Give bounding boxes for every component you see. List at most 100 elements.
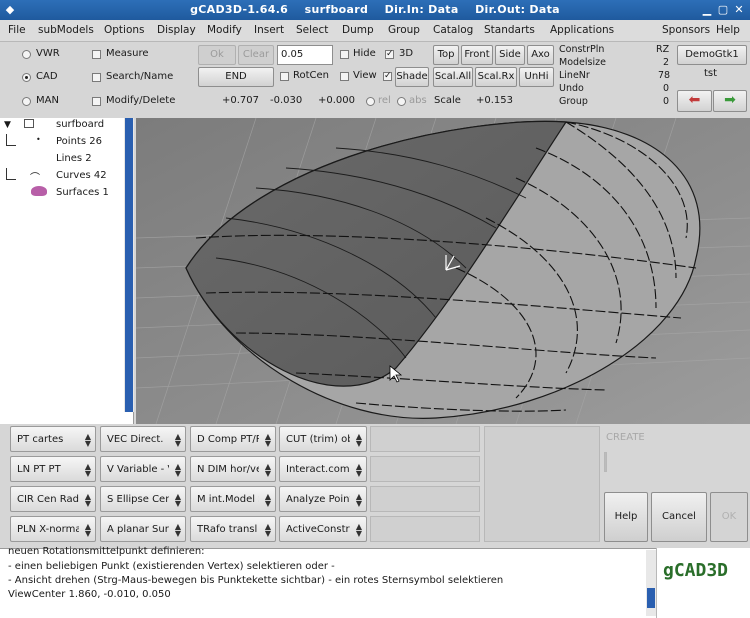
empty-slot [370, 426, 480, 452]
info-value-linenr: 78 [658, 70, 671, 81]
menu-select[interactable]: Select [296, 24, 328, 36]
maximize-icon[interactable]: ▢ [716, 3, 730, 17]
menu-sponsors[interactable]: Sponsors [662, 24, 710, 36]
view-label: View [353, 70, 377, 81]
menu-help[interactable]: Help [716, 24, 740, 36]
message-area: neuen Rotationsmittelpunkt definieren: -… [0, 546, 656, 618]
combo-active-constr[interactable]: ActiveConstr ▲ ▼ [279, 516, 367, 542]
help-button[interactable]: Help [604, 492, 648, 542]
model-tree: ▼ surfboard • Points 26 Lines 2 ⌒ Curves… [0, 118, 134, 424]
combo-trafo-transl[interactable]: TRafo transl ▲ ▼ [190, 516, 276, 542]
mode-man-radio[interactable] [22, 97, 31, 106]
combo-analyze-point[interactable]: Analyze Point ▲ ▼ [279, 486, 367, 512]
combo-n-dim[interactable]: N DIM hor/ve ▲ ▼ [190, 456, 276, 482]
info-value-constrpln: RZ [656, 44, 670, 55]
search-name-checkbox[interactable] [92, 73, 101, 82]
message-line: - Ansicht drehen (Strg-Maus-bewegen bis … [8, 575, 504, 586]
combo-arrow-icon: ▲ ▼ [84, 462, 91, 478]
tree-item-points[interactable]: Points 26 [56, 136, 102, 147]
combo-interact[interactable]: Interact.com ▲ ▼ [279, 456, 367, 482]
menu-group[interactable]: Group [388, 24, 420, 36]
collapse-icon[interactable]: ▼ [4, 120, 11, 130]
message-scrollbar[interactable] [646, 550, 656, 616]
combo-arrow-icon: ▲ ▼ [84, 432, 91, 448]
mode-man-label: MAN [36, 95, 59, 106]
combo-s-ellipse[interactable]: S Ellipse Cent ▲ ▼ [100, 486, 186, 512]
ok-button[interactable]: Ok [198, 45, 236, 65]
mode-vwr-radio[interactable] [22, 50, 31, 59]
scale-rx-button[interactable]: Scal.Rx [475, 67, 517, 87]
end-button[interactable]: END [198, 67, 274, 87]
surface-icon [31, 186, 47, 196]
unhighlight-button[interactable]: UnHi [519, 67, 554, 87]
menu-file[interactable]: File [8, 24, 26, 36]
rotcen-label: RotCen [293, 70, 330, 81]
side-view-button[interactable]: Side [495, 45, 525, 65]
combo-arrow-icon: ▲ ▼ [264, 432, 271, 448]
combo-pln-x-normal[interactable]: PLN X-normal ▲ ▼ [10, 516, 96, 542]
axo-view-button[interactable]: Axo [527, 45, 554, 65]
tree-scrollbar[interactable] [124, 118, 134, 412]
3d-viewport[interactable] [136, 118, 750, 424]
combo-pt-cartes[interactable]: PT cartes ▲ ▼ [10, 426, 96, 452]
combo-cir-cen-radi[interactable]: CIR Cen Radi ▲ ▼ [10, 486, 96, 512]
combo-cut-trim[interactable]: CUT (trim) ob ▲ ▼ [279, 426, 367, 452]
view-checkbox[interactable] [340, 72, 349, 81]
abs-radio[interactable] [397, 97, 406, 106]
modify-delete-checkbox[interactable] [92, 97, 101, 106]
tst-label: tst [704, 68, 718, 79]
menu-options[interactable]: Options [104, 24, 145, 36]
combo-v-variable[interactable]: V Variable - V ▲ ▼ [100, 456, 186, 482]
arrow-right-icon[interactable]: ➡ [713, 90, 747, 112]
menu-submodels[interactable]: subModels [38, 24, 94, 36]
arrow-left-icon[interactable]: ⬅ [677, 90, 712, 112]
scale-all-button[interactable]: Scal.All [433, 67, 473, 87]
shade-button[interactable]: Shade [395, 67, 429, 87]
close-icon[interactable]: ✕ [732, 3, 746, 17]
clear-button[interactable]: Clear [238, 45, 274, 65]
front-view-button[interactable]: Front [461, 45, 493, 65]
shade-checkbox[interactable]: ✓ [383, 72, 392, 81]
menu-dump[interactable]: Dump [342, 24, 374, 36]
menu-standarts[interactable]: Standarts [484, 24, 535, 36]
rel-label: rel [378, 95, 391, 106]
menu-display[interactable]: Display [157, 24, 196, 36]
info-label-undo: Undo [559, 83, 584, 94]
hide-checkbox[interactable] [340, 50, 349, 59]
rotcen-checkbox[interactable] [280, 72, 289, 81]
combo-arrow-icon: ▲ ▼ [355, 492, 362, 508]
tree-item-curves[interactable]: Curves 42 [56, 170, 107, 181]
mode-cad-radio[interactable] [22, 73, 31, 82]
minimize-icon[interactable]: ▁ [700, 3, 714, 17]
abs-label: abs [409, 95, 427, 106]
menu-insert[interactable]: Insert [254, 24, 284, 36]
menu-applications[interactable]: Applications [550, 24, 614, 36]
rel-radio[interactable] [366, 97, 375, 106]
top-view-button[interactable]: Top [433, 45, 459, 65]
menu-modify[interactable]: Modify [207, 24, 242, 36]
demo-gtk-button[interactable]: DemoGtk1 [677, 45, 747, 65]
info-label-linenr: LineNr [559, 70, 590, 81]
combo-a-planar-surf[interactable]: A planar Surf ▲ ▼ [100, 516, 186, 542]
menu-catalog[interactable]: Catalog [433, 24, 473, 36]
measure-checkbox[interactable] [92, 50, 101, 59]
cancel-button[interactable]: Cancel [651, 492, 707, 542]
divider [604, 452, 607, 472]
ok-button-bottom[interactable]: OK [710, 492, 748, 542]
coord-z: +0.000 [318, 95, 356, 106]
combo-d-comp[interactable]: D Comp PT/P ▲ ▼ [190, 426, 276, 452]
app-name: gCAD3D-1.64.6 [190, 3, 289, 16]
combo-m-int-model[interactable]: M int.Model S ▲ ▼ [190, 486, 276, 512]
tree-item-surfaces[interactable]: Surfaces 1 [56, 187, 109, 198]
combo-arrow-icon: ▲ ▼ [355, 462, 362, 478]
mode-vwr-label: VWR [36, 48, 60, 59]
info-value-undo: 0 [663, 83, 670, 94]
tree-item-lines[interactable]: Lines 2 [56, 153, 92, 164]
combo-ln-pt-pt[interactable]: LN PT PT ▲ ▼ [10, 456, 96, 482]
tree-root-surfboard[interactable]: surfboard [56, 119, 104, 130]
value-input[interactable]: 0.05 [277, 45, 333, 65]
empty-panel [484, 426, 600, 542]
combo-vec-direct[interactable]: VEC Direct. ▲ ▼ [100, 426, 186, 452]
dir-in: Dir.In: Data [384, 3, 459, 16]
3d-checkbox[interactable]: ✓ [385, 50, 394, 59]
